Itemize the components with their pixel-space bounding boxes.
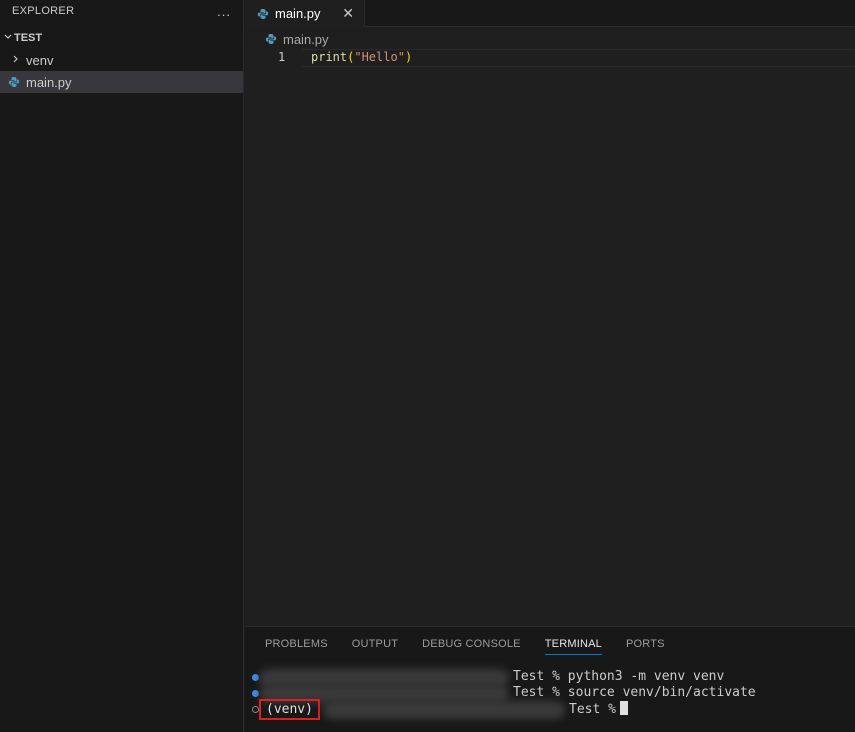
editor-tabbar: main.py ✕ (245, 0, 855, 27)
code-token-paren: ) (404, 50, 413, 64)
folder-label: TEST (14, 32, 43, 44)
chevron-down-icon (2, 32, 14, 45)
close-icon[interactable]: ✕ (342, 5, 354, 22)
command-success-icon (252, 690, 259, 697)
terminal-cursor (619, 701, 628, 715)
tree-item-label: main.py (26, 74, 72, 90)
terminal-text: Test % python3 -m venv venv (513, 669, 725, 684)
code-editor[interactable]: 1 print("Hello") (245, 48, 855, 626)
terminal[interactable]: Test % python3 -m venv venv Test % sourc… (245, 669, 855, 720)
more-actions-icon[interactable]: ... (217, 4, 231, 19)
python-file-icon (257, 8, 269, 19)
tab-output[interactable]: OUTPUT (352, 638, 398, 655)
explorer-header: EXPLORER ... (0, 0, 243, 22)
tree-item-main-py[interactable]: main.py (0, 71, 243, 93)
tab-terminal[interactable]: TERMINAL (544, 638, 602, 655)
venv-prefix-highlight: (venv) (259, 699, 320, 720)
explorer-sidebar: EXPLORER ... TEST venv main.py (0, 0, 244, 732)
terminal-line: Test % source venv/bin/activate (245, 685, 855, 703)
bottom-panel: PROBLEMS OUTPUT DEBUG CONSOLE TERMINAL P… (245, 626, 855, 732)
command-pending-icon (252, 706, 259, 713)
code-line[interactable]: print("Hello") (311, 50, 412, 64)
terminal-line: Test % python3 -m venv venv (245, 669, 855, 687)
breadcrumb[interactable]: main.py (265, 30, 329, 48)
redacted-prompt (323, 701, 565, 719)
code-token-function: print (311, 50, 348, 64)
code-token-string: "Hello" (354, 50, 405, 64)
breadcrumb-label: main.py (283, 31, 329, 47)
tab-problems[interactable]: PROBLEMS (265, 638, 328, 655)
explorer-title: EXPLORER (12, 5, 75, 17)
terminal-text: Test % (569, 702, 616, 717)
command-success-icon (252, 674, 259, 681)
tab-label: main.py (275, 6, 321, 21)
tab-main-py[interactable]: main.py ✕ (245, 0, 365, 27)
panel-tabs: PROBLEMS OUTPUT DEBUG CONSOLE TERMINAL P… (265, 638, 689, 655)
folder-test[interactable]: TEST (0, 27, 243, 49)
python-file-icon (8, 77, 20, 87)
terminal-prompt: Test % (569, 701, 628, 717)
python-file-icon (265, 34, 277, 44)
tab-ports[interactable]: PORTS (626, 638, 665, 655)
terminal-text: Test % source venv/bin/activate (513, 685, 756, 700)
tab-debug-console[interactable]: DEBUG CONSOLE (422, 638, 521, 655)
terminal-line: (venv) Test % (245, 699, 855, 720)
tree-item-label: venv (26, 52, 54, 68)
chevron-right-icon (10, 54, 22, 67)
tree-item-venv[interactable]: venv (0, 49, 243, 71)
line-number: 1 (278, 50, 286, 64)
